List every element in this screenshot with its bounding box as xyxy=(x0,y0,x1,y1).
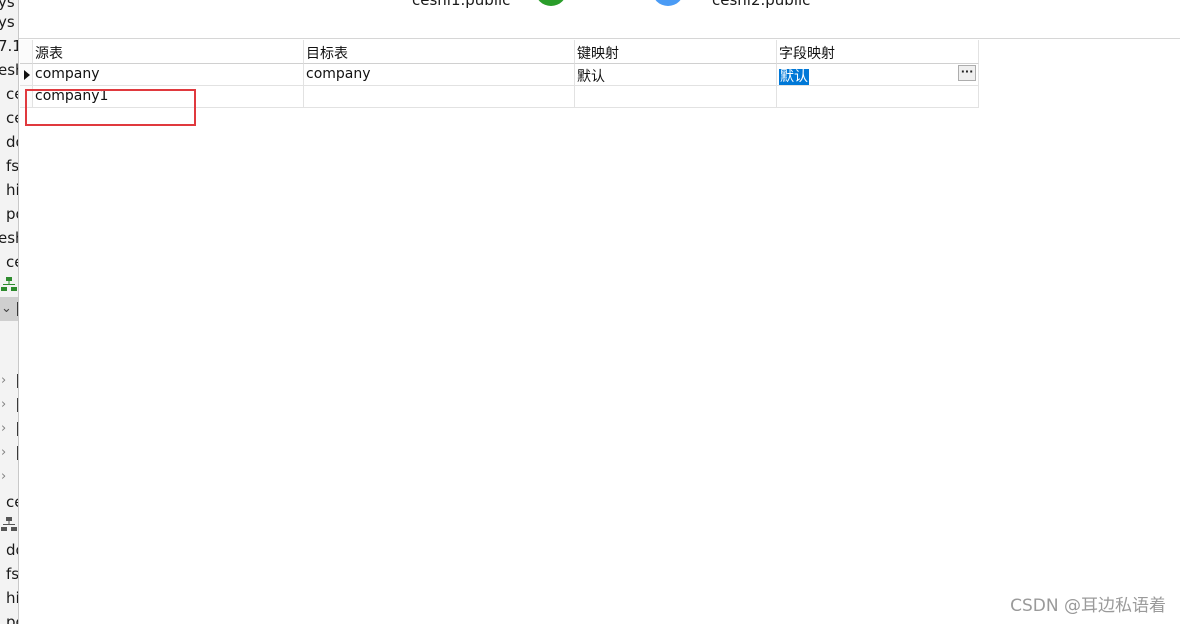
tree-item[interactable]: ys xyxy=(0,0,15,11)
network-icon xyxy=(1,517,17,531)
chevron-right-icon[interactable]: › xyxy=(1,421,6,437)
tree-item[interactable]: fs xyxy=(6,157,18,175)
tree-item[interactable]: pc xyxy=(6,613,18,624)
column-header-target-table[interactable]: 目标表 xyxy=(304,40,575,64)
column-header-key-mapping[interactable]: 键映射 xyxy=(575,40,777,64)
mapping-grid[interactable]: 源表 目标表 键映射 字段映射 company company 默认 默认 ··… xyxy=(20,40,979,108)
target-connection-icon xyxy=(652,0,684,6)
chevron-right-icon[interactable]: › xyxy=(1,373,6,389)
tree-node-marker xyxy=(17,422,18,436)
column-header-source-table[interactable]: 源表 xyxy=(33,40,304,64)
tree-node-marker xyxy=(17,302,18,316)
watermark: CSDN @耳边私语着 xyxy=(1010,596,1166,616)
tree-item[interactable]: do xyxy=(6,133,18,151)
network-icon xyxy=(1,277,17,291)
tree-item[interactable]: ce xyxy=(6,493,18,511)
current-row-indicator[interactable] xyxy=(20,64,33,86)
mapping-window: ys ys 7.1 esh ce ce do fs hi po esh ce ⌄… xyxy=(0,0,1180,624)
source-connection-label: ceshi1.public xyxy=(412,0,511,9)
tree-node-marker xyxy=(17,374,18,388)
source-table-cell[interactable]: company1 xyxy=(33,86,304,108)
column-header-field-mapping[interactable]: 字段映射 xyxy=(777,40,979,64)
tree-item[interactable]: hi xyxy=(6,181,18,199)
row-indicator[interactable] xyxy=(20,86,33,108)
chevron-right-icon[interactable]: › xyxy=(1,445,6,461)
target-connection-label: ceshi2.public xyxy=(712,0,811,9)
field-mapping-cell[interactable] xyxy=(777,86,979,108)
chevron-right-icon[interactable]: › xyxy=(1,397,6,413)
tree-item[interactable]: po xyxy=(6,205,18,223)
target-table-cell[interactable] xyxy=(304,86,575,108)
navigation-tree[interactable]: ys ys 7.1 esh ce ce do fs hi po esh ce ⌄… xyxy=(0,0,19,624)
target-table-cell[interactable]: company xyxy=(304,64,575,86)
tree-item[interactable]: 7.1 xyxy=(0,37,18,55)
key-mapping-cell[interactable]: 默认 xyxy=(575,64,777,86)
tree-item[interactable]: esh xyxy=(0,229,18,247)
current-row-arrow-icon xyxy=(24,70,30,80)
row-header-corner xyxy=(20,40,33,64)
tree-node-marker xyxy=(17,398,18,412)
tree-item[interactable]: fs xyxy=(6,565,18,583)
tree-item[interactable]: ce xyxy=(6,253,18,271)
tree-node-marker xyxy=(17,446,18,460)
field-mapping-browse-button[interactable]: ··· xyxy=(958,65,976,81)
field-mapping-selected-text[interactable]: 默认 xyxy=(779,69,809,85)
connection-header: ceshi1.public ceshi2.public xyxy=(19,0,1180,39)
tree-item[interactable]: ys xyxy=(0,13,15,31)
field-mapping-cell[interactable]: 默认 ··· xyxy=(777,64,979,86)
table-row[interactable]: company1 xyxy=(20,86,979,108)
chevron-right-icon[interactable]: › xyxy=(1,469,6,485)
table-row[interactable]: company company 默认 默认 ··· xyxy=(20,64,979,86)
key-mapping-cell[interactable] xyxy=(575,86,777,108)
source-connection-icon xyxy=(535,0,567,6)
grid-header-row: 源表 目标表 键映射 字段映射 xyxy=(20,40,979,64)
tree-item[interactable]: ce xyxy=(6,109,18,127)
tree-item[interactable]: hi xyxy=(6,589,18,607)
chevron-down-icon[interactable]: ⌄ xyxy=(1,301,12,317)
tree-item[interactable]: esh xyxy=(0,61,18,79)
tree-item[interactable]: do xyxy=(6,541,18,559)
tree-item[interactable]: ce xyxy=(6,85,18,103)
source-table-cell[interactable]: company xyxy=(33,64,304,86)
